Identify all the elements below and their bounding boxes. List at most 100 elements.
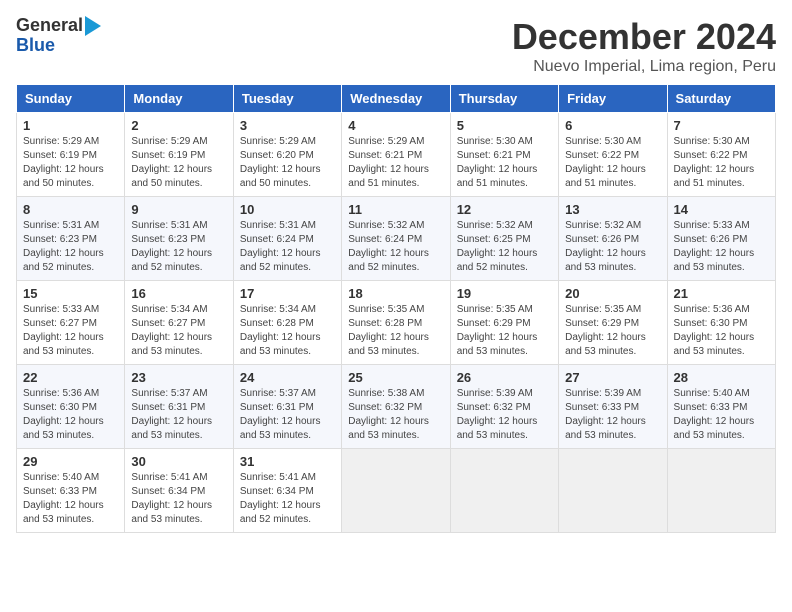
day-info: Sunrise: 5:33 AMSunset: 6:27 PMDaylight:…	[23, 304, 104, 357]
calendar-cell: 26 Sunrise: 5:39 AMSunset: 6:32 PMDaylig…	[450, 365, 558, 449]
day-info: Sunrise: 5:29 AMSunset: 6:20 PMDaylight:…	[240, 136, 321, 189]
day-info: Sunrise: 5:37 AMSunset: 6:31 PMDaylight:…	[131, 388, 212, 441]
day-info: Sunrise: 5:30 AMSunset: 6:21 PMDaylight:…	[457, 136, 538, 189]
day-number: 5	[457, 118, 552, 133]
week-row-2: 8 Sunrise: 5:31 AMSunset: 6:23 PMDayligh…	[17, 197, 776, 281]
day-number: 22	[23, 370, 118, 385]
day-info: Sunrise: 5:40 AMSunset: 6:33 PMDaylight:…	[23, 472, 104, 525]
calendar-cell: 8 Sunrise: 5:31 AMSunset: 6:23 PMDayligh…	[17, 197, 125, 281]
calendar-cell: 2 Sunrise: 5:29 AMSunset: 6:19 PMDayligh…	[125, 113, 233, 197]
day-number: 11	[348, 202, 443, 217]
calendar-cell: 15 Sunrise: 5:33 AMSunset: 6:27 PMDaylig…	[17, 281, 125, 365]
calendar-cell: 11 Sunrise: 5:32 AMSunset: 6:24 PMDaylig…	[342, 197, 450, 281]
col-sunday: Sunday	[17, 85, 125, 113]
header: General Blue December 2024 Nuevo Imperia…	[16, 16, 776, 76]
day-number: 4	[348, 118, 443, 133]
day-number: 8	[23, 202, 118, 217]
calendar-cell: 28 Sunrise: 5:40 AMSunset: 6:33 PMDaylig…	[667, 365, 775, 449]
col-friday: Friday	[559, 85, 667, 113]
calendar-cell: 18 Sunrise: 5:35 AMSunset: 6:28 PMDaylig…	[342, 281, 450, 365]
calendar-cell: 14 Sunrise: 5:33 AMSunset: 6:26 PMDaylig…	[667, 197, 775, 281]
calendar-cell: 21 Sunrise: 5:36 AMSunset: 6:30 PMDaylig…	[667, 281, 775, 365]
calendar-cell	[342, 449, 450, 533]
day-info: Sunrise: 5:29 AMSunset: 6:19 PMDaylight:…	[23, 136, 104, 189]
page-title: December 2024	[512, 16, 776, 58]
day-info: Sunrise: 5:32 AMSunset: 6:24 PMDaylight:…	[348, 220, 429, 273]
logo: General Blue	[16, 16, 101, 56]
calendar-header-row: Sunday Monday Tuesday Wednesday Thursday…	[17, 85, 776, 113]
calendar-cell: 29 Sunrise: 5:40 AMSunset: 6:33 PMDaylig…	[17, 449, 125, 533]
day-info: Sunrise: 5:31 AMSunset: 6:23 PMDaylight:…	[131, 220, 212, 273]
day-info: Sunrise: 5:37 AMSunset: 6:31 PMDaylight:…	[240, 388, 321, 441]
day-info: Sunrise: 5:32 AMSunset: 6:25 PMDaylight:…	[457, 220, 538, 273]
day-number: 27	[565, 370, 660, 385]
calendar-cell: 7 Sunrise: 5:30 AMSunset: 6:22 PMDayligh…	[667, 113, 775, 197]
calendar-cell: 24 Sunrise: 5:37 AMSunset: 6:31 PMDaylig…	[233, 365, 341, 449]
day-number: 6	[565, 118, 660, 133]
week-row-4: 22 Sunrise: 5:36 AMSunset: 6:30 PMDaylig…	[17, 365, 776, 449]
day-number: 26	[457, 370, 552, 385]
day-number: 3	[240, 118, 335, 133]
day-info: Sunrise: 5:34 AMSunset: 6:28 PMDaylight:…	[240, 304, 321, 357]
calendar-table: Sunday Monday Tuesday Wednesday Thursday…	[16, 84, 776, 533]
calendar-cell: 16 Sunrise: 5:34 AMSunset: 6:27 PMDaylig…	[125, 281, 233, 365]
calendar-cell: 1 Sunrise: 5:29 AMSunset: 6:19 PMDayligh…	[17, 113, 125, 197]
day-info: Sunrise: 5:36 AMSunset: 6:30 PMDaylight:…	[674, 304, 755, 357]
day-info: Sunrise: 5:29 AMSunset: 6:19 PMDaylight:…	[131, 136, 212, 189]
col-tuesday: Tuesday	[233, 85, 341, 113]
day-number: 1	[23, 118, 118, 133]
day-info: Sunrise: 5:41 AMSunset: 6:34 PMDaylight:…	[240, 472, 321, 525]
day-number: 17	[240, 286, 335, 301]
calendar-cell: 9 Sunrise: 5:31 AMSunset: 6:23 PMDayligh…	[125, 197, 233, 281]
day-number: 19	[457, 286, 552, 301]
day-number: 25	[348, 370, 443, 385]
day-number: 20	[565, 286, 660, 301]
day-info: Sunrise: 5:36 AMSunset: 6:30 PMDaylight:…	[23, 388, 104, 441]
calendar-cell: 22 Sunrise: 5:36 AMSunset: 6:30 PMDaylig…	[17, 365, 125, 449]
day-info: Sunrise: 5:39 AMSunset: 6:32 PMDaylight:…	[457, 388, 538, 441]
week-row-5: 29 Sunrise: 5:40 AMSunset: 6:33 PMDaylig…	[17, 449, 776, 533]
week-row-3: 15 Sunrise: 5:33 AMSunset: 6:27 PMDaylig…	[17, 281, 776, 365]
day-number: 21	[674, 286, 769, 301]
day-info: Sunrise: 5:35 AMSunset: 6:28 PMDaylight:…	[348, 304, 429, 357]
logo-blue: Blue	[16, 36, 55, 56]
day-number: 12	[457, 202, 552, 217]
calendar-cell: 12 Sunrise: 5:32 AMSunset: 6:25 PMDaylig…	[450, 197, 558, 281]
day-number: 2	[131, 118, 226, 133]
day-number: 15	[23, 286, 118, 301]
day-number: 24	[240, 370, 335, 385]
day-info: Sunrise: 5:30 AMSunset: 6:22 PMDaylight:…	[674, 136, 755, 189]
calendar-cell: 23 Sunrise: 5:37 AMSunset: 6:31 PMDaylig…	[125, 365, 233, 449]
calendar-cell: 27 Sunrise: 5:39 AMSunset: 6:33 PMDaylig…	[559, 365, 667, 449]
day-number: 29	[23, 454, 118, 469]
calendar-cell: 5 Sunrise: 5:30 AMSunset: 6:21 PMDayligh…	[450, 113, 558, 197]
calendar-cell: 19 Sunrise: 5:35 AMSunset: 6:29 PMDaylig…	[450, 281, 558, 365]
day-info: Sunrise: 5:40 AMSunset: 6:33 PMDaylight:…	[674, 388, 755, 441]
col-saturday: Saturday	[667, 85, 775, 113]
day-info: Sunrise: 5:30 AMSunset: 6:22 PMDaylight:…	[565, 136, 646, 189]
day-info: Sunrise: 5:35 AMSunset: 6:29 PMDaylight:…	[457, 304, 538, 357]
page-subtitle: Nuevo Imperial, Lima region, Peru	[512, 58, 776, 76]
col-wednesday: Wednesday	[342, 85, 450, 113]
calendar-cell: 25 Sunrise: 5:38 AMSunset: 6:32 PMDaylig…	[342, 365, 450, 449]
col-thursday: Thursday	[450, 85, 558, 113]
day-info: Sunrise: 5:41 AMSunset: 6:34 PMDaylight:…	[131, 472, 212, 525]
logo-arrow-icon	[85, 16, 101, 36]
calendar-cell: 31 Sunrise: 5:41 AMSunset: 6:34 PMDaylig…	[233, 449, 341, 533]
col-monday: Monday	[125, 85, 233, 113]
calendar-cell: 3 Sunrise: 5:29 AMSunset: 6:20 PMDayligh…	[233, 113, 341, 197]
calendar-cell: 17 Sunrise: 5:34 AMSunset: 6:28 PMDaylig…	[233, 281, 341, 365]
day-number: 18	[348, 286, 443, 301]
day-number: 14	[674, 202, 769, 217]
day-info: Sunrise: 5:31 AMSunset: 6:24 PMDaylight:…	[240, 220, 321, 273]
day-number: 13	[565, 202, 660, 217]
day-number: 9	[131, 202, 226, 217]
calendar-cell: 6 Sunrise: 5:30 AMSunset: 6:22 PMDayligh…	[559, 113, 667, 197]
day-info: Sunrise: 5:31 AMSunset: 6:23 PMDaylight:…	[23, 220, 104, 273]
calendar-cell	[559, 449, 667, 533]
day-info: Sunrise: 5:34 AMSunset: 6:27 PMDaylight:…	[131, 304, 212, 357]
day-number: 16	[131, 286, 226, 301]
calendar-cell: 30 Sunrise: 5:41 AMSunset: 6:34 PMDaylig…	[125, 449, 233, 533]
calendar-cell	[450, 449, 558, 533]
day-number: 10	[240, 202, 335, 217]
